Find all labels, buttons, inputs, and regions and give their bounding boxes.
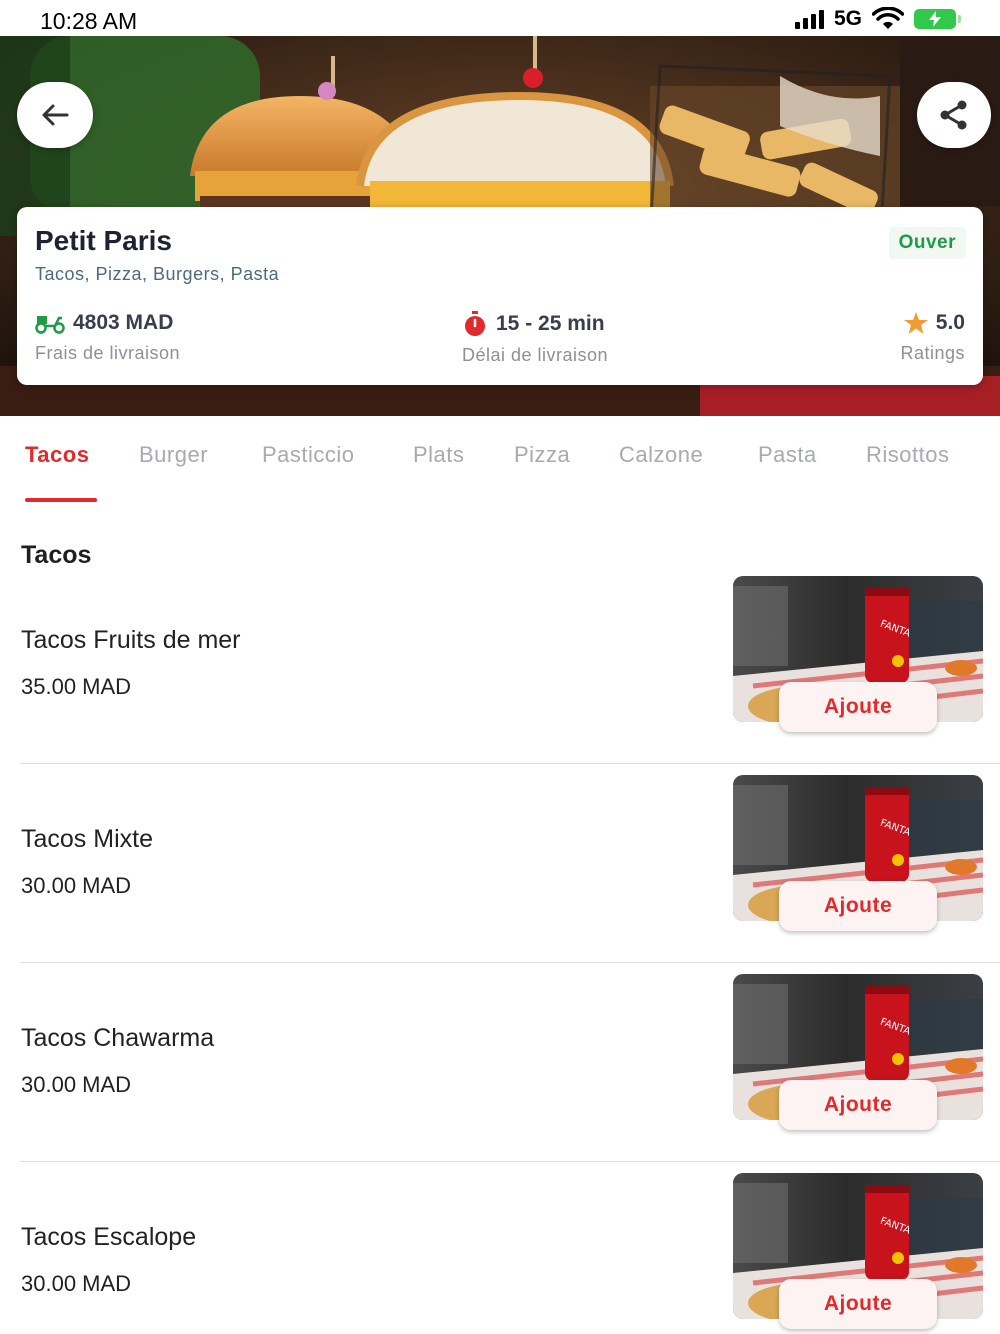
rating-value: 5.0 bbox=[935, 311, 965, 334]
battery-icon bbox=[914, 9, 961, 29]
scooter-icon bbox=[35, 316, 65, 334]
status-time: 10:28 AM bbox=[40, 8, 138, 34]
delivery-time-label: Délai de livraison bbox=[462, 345, 609, 365]
status-indicators: 5G bbox=[794, 6, 961, 32]
restaurant-categories: Tacos, Pizza, Burgers, Pasta bbox=[35, 264, 280, 284]
category-tabs: Tacos Burger Pasticcio Plats Pizza Calzo… bbox=[0, 416, 1000, 506]
add-button[interactable]: Ajoute bbox=[779, 881, 937, 931]
menu-item[interactable]: Tacos Escalope 30.00 MAD Ajoute bbox=[0, 1163, 1000, 1334]
add-button[interactable]: Ajoute bbox=[779, 682, 937, 732]
delivery-fee-value: 4803 MAD bbox=[73, 311, 174, 334]
arrow-left-icon bbox=[42, 104, 69, 126]
item-price: 35.00 MAD bbox=[21, 674, 132, 699]
item-name: Tacos Escalope bbox=[21, 1223, 197, 1251]
wifi-icon bbox=[872, 7, 904, 29]
stopwatch-icon bbox=[465, 311, 485, 336]
tab-burger[interactable]: Burger bbox=[139, 442, 208, 468]
add-button[interactable]: Ajoute bbox=[779, 1279, 937, 1329]
restaurant-name: Petit Paris bbox=[35, 225, 172, 256]
tab-tacos[interactable]: Tacos bbox=[25, 442, 89, 468]
item-price: 30.00 MAD bbox=[21, 1072, 132, 1097]
item-name: Tacos Mixte bbox=[21, 825, 153, 853]
item-price: 30.00 MAD bbox=[21, 1271, 132, 1296]
tab-pizza[interactable]: Pizza bbox=[514, 442, 570, 468]
back-button[interactable] bbox=[17, 82, 93, 148]
menu-item[interactable]: Tacos Chawarma 30.00 MAD Ajoute bbox=[0, 964, 1000, 1163]
restaurant-info-card: Petit Paris Tacos, Pizza, Burgers, Pasta… bbox=[17, 207, 983, 385]
star-icon bbox=[903, 312, 928, 334]
item-name: Tacos Fruits de mer bbox=[21, 626, 241, 654]
delivery-time: 15 - 25 min Délai de livraison bbox=[462, 311, 608, 366]
status-bar: 10:28 AM 5G bbox=[0, 0, 1000, 36]
item-name: Tacos Chawarma bbox=[21, 1024, 215, 1052]
menu-item[interactable]: Tacos Fruits de mer 35.00 MAD Ajoute bbox=[0, 566, 1000, 765]
rating-label: Ratings bbox=[900, 343, 965, 363]
add-button[interactable]: Ajoute bbox=[779, 1080, 937, 1130]
network-type: 5G bbox=[833, 7, 862, 30]
menu-item[interactable]: Tacos Mixte 30.00 MAD Ajoute bbox=[0, 765, 1000, 964]
delivery-fee-label: Frais de livraison bbox=[35, 343, 181, 363]
delivery-fee: 4803 MAD Frais de livraison bbox=[35, 311, 180, 364]
share-button[interactable] bbox=[917, 82, 991, 148]
active-tab-indicator bbox=[25, 498, 97, 502]
signal-icon bbox=[794, 9, 824, 29]
rating: 5.0 Ratings bbox=[900, 311, 965, 364]
divider bbox=[20, 962, 1000, 963]
divider bbox=[20, 763, 1000, 764]
tab-plats[interactable]: Plats bbox=[413, 442, 464, 468]
share-icon bbox=[940, 100, 967, 130]
tab-calzone[interactable]: Calzone bbox=[619, 442, 703, 468]
divider bbox=[20, 1161, 1000, 1162]
tab-pasticcio[interactable]: Pasticcio bbox=[262, 442, 355, 468]
delivery-time-value: 15 - 25 min bbox=[496, 312, 605, 335]
tab-risottos[interactable]: Risottos bbox=[866, 442, 949, 468]
open-status-badge: Ouver bbox=[888, 227, 966, 259]
item-price: 30.00 MAD bbox=[21, 873, 132, 898]
tab-pasta[interactable]: Pasta bbox=[758, 442, 817, 468]
